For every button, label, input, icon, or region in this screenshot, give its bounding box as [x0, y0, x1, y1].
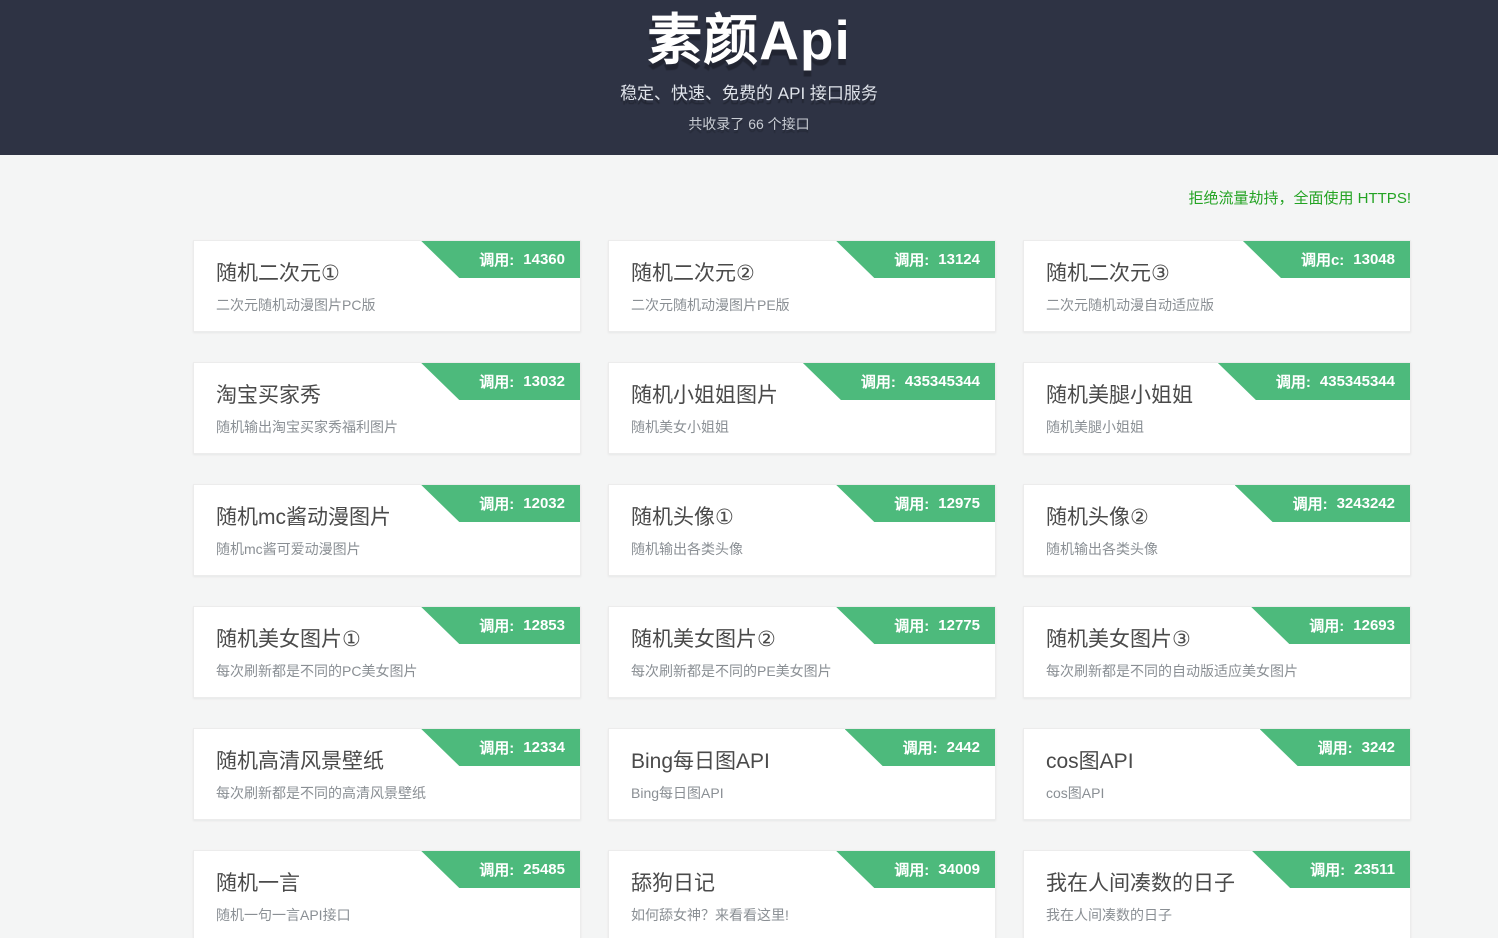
call-count-label: 调用: [479, 493, 514, 514]
call-count-value: 34009 [938, 861, 980, 878]
call-count-label: 调用: [894, 859, 929, 880]
api-card[interactable]: 调用: 12693 随机美女图片③ 每次刷新都是不同的自动版适应美女图片 [1023, 606, 1411, 698]
call-count-value: 12853 [523, 617, 565, 634]
api-card-desc: 随机美腿小姐姐 [1046, 417, 1388, 437]
call-count-value: 14360 [523, 251, 565, 268]
api-card[interactable]: 调用: 13124 随机二次元② 二次元随机动漫图片PE版 [608, 240, 996, 332]
call-count-value: 3243242 [1337, 495, 1395, 512]
call-count-label: 调用: [479, 371, 514, 392]
call-count-label: 调用: [1293, 493, 1328, 514]
call-count-label: 调用: [894, 493, 929, 514]
call-count-value: 3242 [1362, 739, 1395, 756]
site-subtitle: 稳定、快速、免费的 API 接口服务 [0, 79, 1498, 104]
call-count-value: 435345344 [905, 373, 980, 390]
call-count-label: 调用: [479, 859, 514, 880]
api-count-line: 共收录了 66 个接口 [0, 114, 1498, 134]
api-card-desc: 每次刷新都是不同的自动版适应美女图片 [1046, 661, 1388, 681]
call-count-label: 调用c: [1301, 249, 1344, 270]
call-count-label: 调用: [479, 249, 514, 270]
api-card-desc: 随机mc酱可爱动漫图片 [216, 539, 558, 559]
api-card[interactable]: 调用: 23511 我在人间凑数的日子 我在人间凑数的日子 [1023, 850, 1411, 938]
call-count-value: 12693 [1353, 617, 1395, 634]
call-count-value: 12975 [938, 495, 980, 512]
https-notice: 拒绝流量劫持，全面使用 HTTPS! [1188, 190, 1411, 207]
api-card[interactable]: 调用: 12853 随机美女图片① 每次刷新都是不同的PC美女图片 [193, 606, 581, 698]
call-count-label: 调用: [861, 371, 896, 392]
call-count-label: 调用: [894, 249, 929, 270]
site-title: 素颜Api [0, 6, 1498, 75]
api-card[interactable]: 调用: 12032 随机mc酱动漫图片 随机mc酱可爱动漫图片 [193, 484, 581, 576]
api-card-desc: 随机输出各类头像 [1046, 539, 1388, 559]
page-header: 素颜Api 稳定、快速、免费的 API 接口服务 共收录了 66 个接口 [0, 0, 1498, 155]
api-card-desc: 随机输出各类头像 [631, 539, 973, 559]
api-card[interactable]: 调用c: 13048 随机二次元③ 二次元随机动漫自动适应版 [1023, 240, 1411, 332]
call-count-value: 13048 [1353, 251, 1395, 268]
call-count-label: 调用: [894, 615, 929, 636]
call-count-value: 13032 [523, 373, 565, 390]
api-card[interactable]: 调用: 3242 cos图API cos图API [1023, 728, 1411, 820]
api-card[interactable]: 调用: 12334 随机高清风景壁纸 每次刷新都是不同的高清风景壁纸 [193, 728, 581, 820]
call-count-value: 25485 [523, 861, 565, 878]
api-card[interactable]: 调用: 25485 随机一言 随机一句一言API接口 [193, 850, 581, 938]
api-card[interactable]: 调用: 2442 Bing每日图API Bing每日图API [608, 728, 996, 820]
call-count-value: 12775 [938, 617, 980, 634]
notice-row: 拒绝流量劫持，全面使用 HTTPS! [193, 155, 1411, 208]
call-count-label: 调用: [479, 737, 514, 758]
api-card-desc: 二次元随机动漫自动适应版 [1046, 295, 1388, 315]
call-count-value: 13124 [938, 251, 980, 268]
call-count-value: 12032 [523, 495, 565, 512]
api-card-desc: cos图API [1046, 783, 1388, 803]
api-card[interactable]: 调用: 435345344 随机美腿小姐姐 随机美腿小姐姐 [1023, 362, 1411, 454]
call-count-label: 调用: [1318, 737, 1353, 758]
call-count-label: 调用: [903, 737, 938, 758]
api-card[interactable]: 调用: 435345344 随机小姐姐图片 随机美女小姐姐 [608, 362, 996, 454]
api-card-desc: 二次元随机动漫图片PC版 [216, 295, 558, 315]
call-count-value: 435345344 [1320, 373, 1395, 390]
api-card-desc: 每次刷新都是不同的PC美女图片 [216, 661, 558, 681]
call-count-value: 12334 [523, 739, 565, 756]
api-card-desc: 随机输出淘宝买家秀福利图片 [216, 417, 558, 437]
api-card[interactable]: 调用: 3243242 随机头像② 随机输出各类头像 [1023, 484, 1411, 576]
api-card[interactable]: 调用: 34009 舔狗日记 如何舔女神？来看看这里! [608, 850, 996, 938]
api-card-desc: 每次刷新都是不同的高清风景壁纸 [216, 783, 558, 803]
api-card-desc: 随机一句一言API接口 [216, 905, 558, 925]
call-count-value: 2442 [947, 739, 980, 756]
api-card-desc: 我在人间凑数的日子 [1046, 905, 1388, 925]
call-count-label: 调用: [1276, 371, 1311, 392]
api-card[interactable]: 调用: 12975 随机头像① 随机输出各类头像 [608, 484, 996, 576]
api-card-desc: 二次元随机动漫图片PE版 [631, 295, 973, 315]
call-count-value: 23511 [1354, 861, 1395, 878]
call-count-label: 调用: [1309, 615, 1344, 636]
api-card[interactable]: 调用: 12775 随机美女图片② 每次刷新都是不同的PE美女图片 [608, 606, 996, 698]
api-grid: 调用: 14360 随机二次元① 二次元随机动漫图片PC版 调用: 13124 … [193, 240, 1411, 938]
content-container: 拒绝流量劫持，全面使用 HTTPS! 调用: 14360 随机二次元① 二次元随… [193, 155, 1411, 938]
call-count-label: 调用: [1310, 859, 1345, 880]
api-card-desc: 每次刷新都是不同的PE美女图片 [631, 661, 973, 681]
api-card-desc: Bing每日图API [631, 783, 973, 803]
api-card-desc: 随机美女小姐姐 [631, 417, 973, 437]
api-card[interactable]: 调用: 14360 随机二次元① 二次元随机动漫图片PC版 [193, 240, 581, 332]
api-card[interactable]: 调用: 13032 淘宝买家秀 随机输出淘宝买家秀福利图片 [193, 362, 581, 454]
call-count-label: 调用: [479, 615, 514, 636]
api-card-desc: 如何舔女神？来看看这里! [631, 905, 973, 925]
